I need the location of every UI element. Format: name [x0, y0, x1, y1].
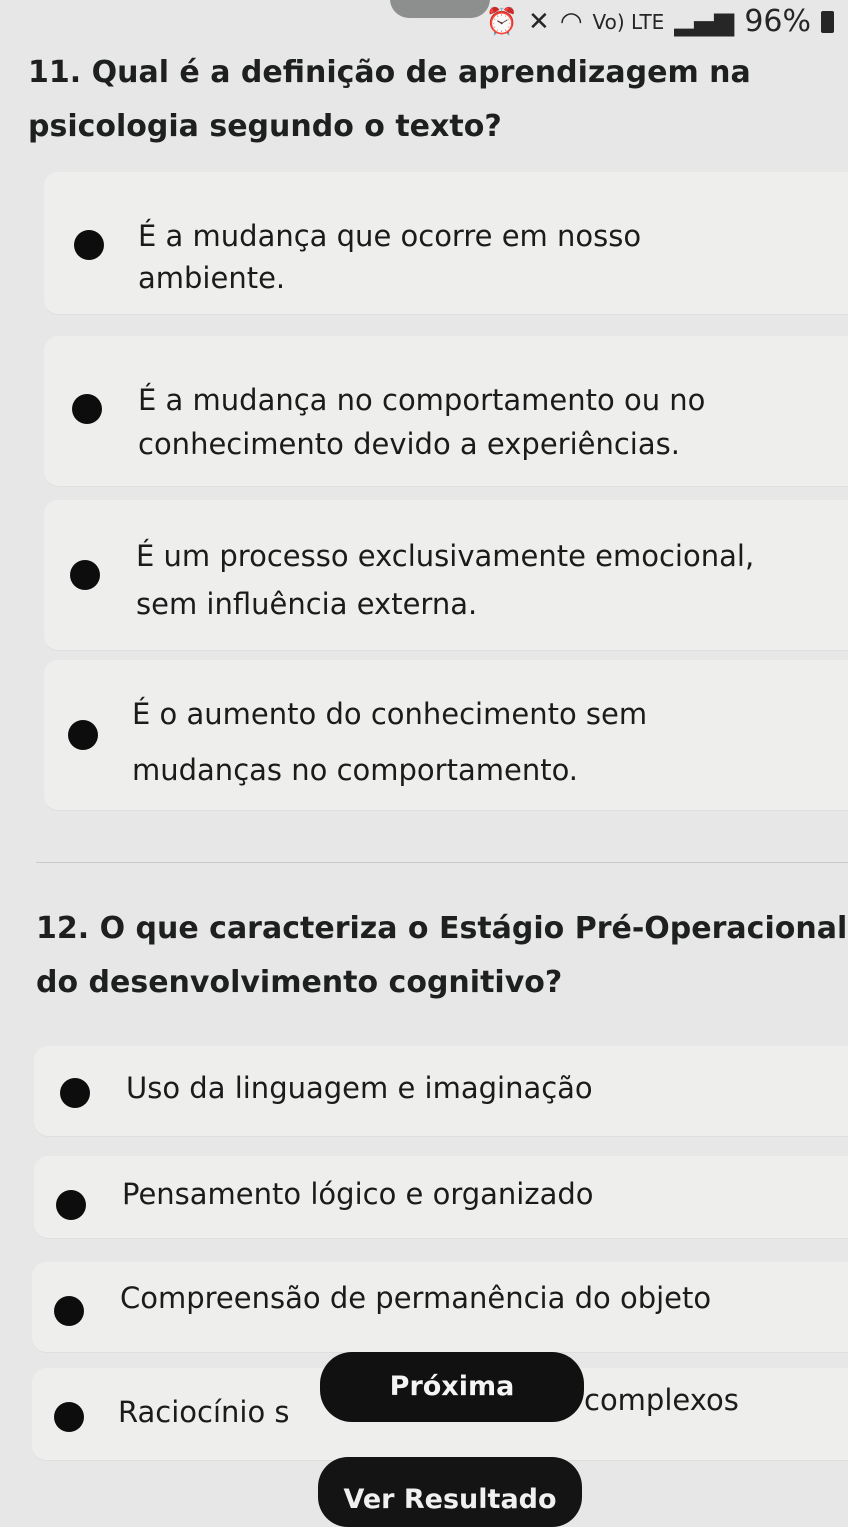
battery-percentage: 96% — [744, 4, 811, 39]
option-text-line: complexos — [584, 1383, 739, 1417]
radio-dot-icon[interactable] — [60, 1078, 90, 1108]
radio-dot-icon[interactable] — [54, 1296, 84, 1326]
radio-dot-icon[interactable] — [72, 394, 102, 424]
radio-dot-icon[interactable] — [74, 230, 104, 260]
option-text-line: Uso da linguagem e imaginação — [126, 1071, 593, 1105]
alarm-icon: ⏰ — [485, 6, 519, 37]
wifi-icon: ◠ — [559, 6, 583, 37]
option-text-line: ambiente. — [138, 261, 286, 295]
question-11-option-1[interactable]: É a mudança que ocorre em nosso ambiente… — [44, 172, 848, 314]
option-text-line: Compreensão de permanência do objeto — [120, 1281, 712, 1315]
option-text-line: É a mudança que ocorre em nosso — [138, 219, 642, 253]
question-11-option-3[interactable]: É um processo exclusivamente emocional, … — [44, 500, 848, 650]
signal-bars-icon: ▂▄▆ — [674, 6, 735, 37]
option-text-line: conhecimento devido a experiências. — [138, 427, 680, 461]
radio-dot-icon[interactable] — [70, 560, 100, 590]
network-label: Vo) LTE — [592, 9, 665, 34]
option-text-line: É o aumento do conhecimento sem — [132, 697, 648, 731]
option-text-line: mudanças no comportamento. — [132, 753, 579, 787]
option-text-line: Raciocínio s — [118, 1395, 290, 1429]
view-results-button[interactable]: Ver Resultado — [318, 1457, 582, 1527]
question-12-option-3[interactable]: Compreensão de permanência do objeto — [32, 1262, 848, 1352]
vibrate-mute-icon: ✕ — [528, 6, 550, 37]
radio-dot-icon[interactable] — [56, 1190, 86, 1220]
question-12-title: 12. O que caracteriza o Estágio Pré-Oper… — [36, 902, 848, 1010]
question-title-line: 12. O que caracteriza o Estágio Pré-Oper… — [36, 911, 848, 946]
question-title-line: psicologia segundo o texto? — [28, 109, 502, 144]
camera-notch — [390, 0, 490, 18]
status-icons: ⏰ ✕ ◠ Vo) LTE ▂▄▆ 96% — [486, 4, 834, 39]
battery-icon — [821, 10, 834, 33]
question-title-line: do desenvolvimento cognitivo? — [36, 965, 563, 1000]
option-text-line: Pensamento lógico e organizado — [122, 1177, 594, 1211]
question-title-line: 11. Qual é a definição de aprendizagem n… — [28, 55, 751, 90]
question-12-option-2[interactable]: Pensamento lógico e organizado — [34, 1156, 848, 1238]
question-12-option-1[interactable]: Uso da linguagem e imaginação — [34, 1046, 848, 1136]
section-divider — [36, 862, 848, 863]
radio-dot-icon[interactable] — [54, 1402, 84, 1432]
option-text-line: sem influência externa. — [136, 587, 478, 621]
question-11-option-4[interactable]: É o aumento do conhecimento sem mudanças… — [44, 660, 848, 810]
next-button[interactable]: Próxima — [320, 1352, 584, 1422]
option-text-line: É a mudança no comportamento ou no — [138, 383, 706, 417]
question-11-title: 11. Qual é a definição de aprendizagem n… — [28, 46, 840, 154]
radio-dot-icon[interactable] — [68, 720, 98, 750]
status-bar: ⏰ ✕ ◠ Vo) LTE ▂▄▆ 96% — [0, 0, 848, 44]
option-text-line: É um processo exclusivamente emocional, — [136, 539, 755, 573]
question-11-option-2[interactable]: É a mudança no comportamento ou no conhe… — [44, 336, 848, 486]
